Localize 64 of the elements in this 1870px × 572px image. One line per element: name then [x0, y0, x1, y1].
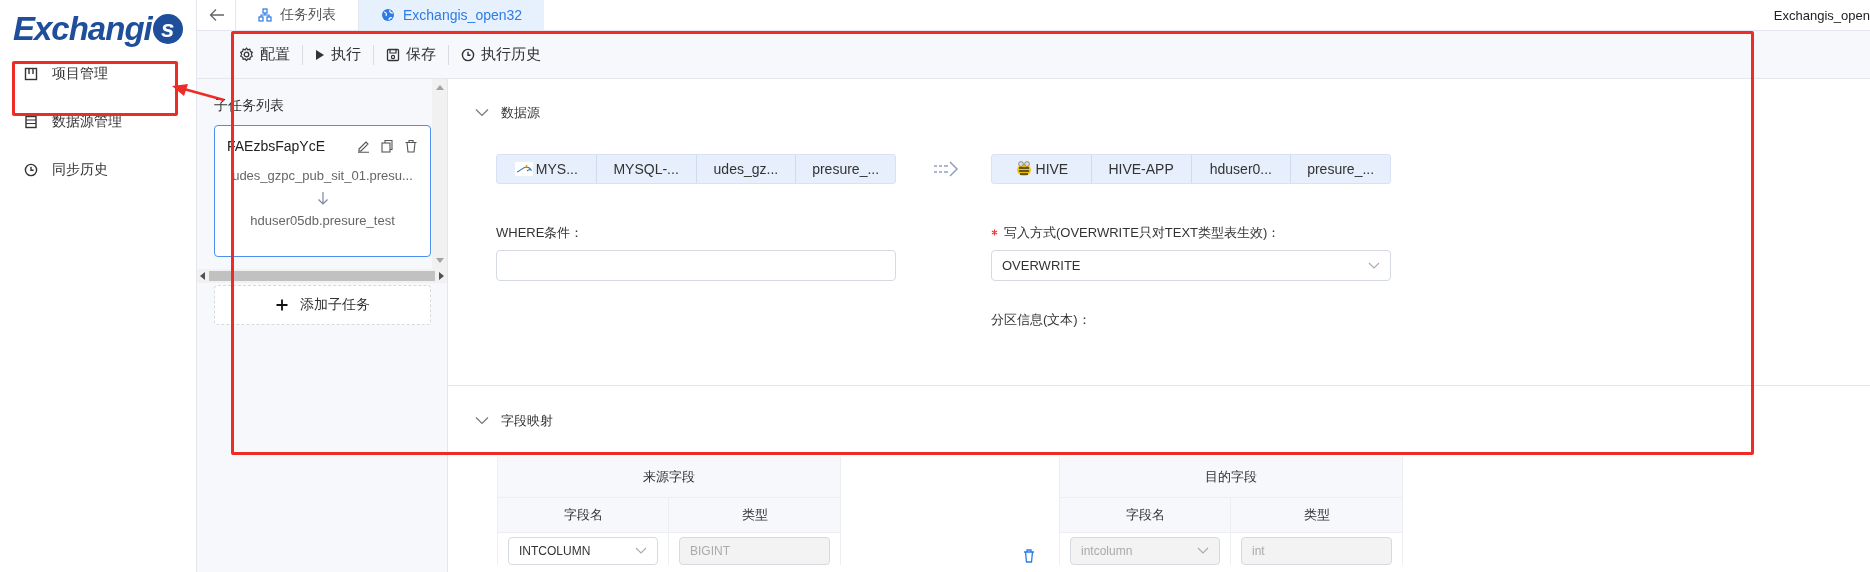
toolbar-button[interactable]: 执行 [303, 45, 373, 64]
field-select: intcolumn [1070, 537, 1220, 565]
pill-value: hduser0... [1209, 161, 1272, 177]
bee-icon [1014, 160, 1033, 178]
copy-icon[interactable] [380, 139, 394, 153]
pill-value: MYSQL-... [613, 161, 679, 177]
pill-value: presure_... [1307, 161, 1375, 177]
menu-item[interactable]: 项目管理 [0, 50, 196, 98]
clock-icon [24, 163, 38, 177]
delete-icon[interactable] [1023, 549, 1035, 563]
clock-icon [461, 47, 475, 62]
pill-value: presure_... [812, 161, 880, 177]
edit-icon[interactable] [356, 139, 370, 153]
column-header: 类型 [1231, 498, 1402, 533]
delete-icon[interactable] [404, 139, 418, 153]
play-icon [315, 48, 325, 61]
board-icon [24, 67, 38, 81]
horizontal-scrollbar[interactable] [197, 269, 447, 283]
pill-value: HIVE-APP [1108, 161, 1174, 177]
chevron-down-icon [1197, 547, 1209, 555]
where-input[interactable] [496, 250, 896, 281]
list-icon [24, 115, 38, 129]
logo: Exchangi s [0, 0, 196, 50]
vertical-scrollbar[interactable] [432, 79, 447, 269]
arrow-down-icon [316, 191, 329, 205]
tab[interactable]: Exchangis_open32 [358, 0, 545, 30]
chevron-down-icon [475, 416, 489, 426]
table-header: 来源字段 [498, 457, 840, 498]
pill-value: udes_gz... [713, 161, 779, 177]
section-header[interactable]: 数据源 [475, 101, 1870, 125]
type-field: BIGINT [679, 537, 830, 565]
plus-icon [275, 299, 288, 311]
section-header[interactable]: 字段映射 [475, 409, 1870, 433]
column-header: 字段名 [498, 498, 669, 533]
table-header: 目的字段 [1060, 457, 1402, 498]
target-table-name: hduser05db.presure_test [250, 213, 395, 228]
back-arrow-icon[interactable] [209, 8, 225, 22]
double-arrow-icon [933, 161, 959, 177]
chevron-down-icon [635, 547, 647, 555]
save-icon [386, 47, 400, 62]
type-field: int [1241, 537, 1392, 565]
chevron-down-icon [1368, 261, 1380, 270]
project-name: Exchangis_open [1773, 7, 1870, 23]
source-table-name: udes_gzpc_pub_sit_01.presu... [232, 168, 413, 183]
menu-item[interactable]: 同步历史 [0, 146, 196, 194]
pill-value: HIVE [1035, 161, 1069, 177]
datasource-selector[interactable]: HIVE HIVE-APP hduser0... presure_... [991, 154, 1391, 184]
hierarchy-icon [258, 8, 272, 22]
toolbar-button[interactable]: 配置 [227, 45, 302, 64]
datasource-selector[interactable]: MYS... MYSQL-... udes_gz... presure_... [496, 154, 896, 184]
toolbar-button[interactable]: 保存 [374, 45, 448, 64]
globe-icon [381, 8, 395, 22]
field-label: 分区信息(文本)： [991, 311, 1092, 328]
settings-icon [239, 47, 254, 62]
column-header: 类型 [669, 498, 840, 533]
pill-value: MYS... [535, 161, 578, 177]
field-label: WHERE条件： [496, 224, 585, 241]
write-mode-select[interactable]: OVERWRITE [991, 250, 1391, 281]
column-header: 字段名 [1060, 498, 1231, 533]
field-select[interactable]: INTCOLUMN [508, 537, 658, 565]
toolbar-button[interactable]: 执行历史 [449, 45, 553, 64]
field-label: 写入方式(OVERWRITE只对TEXT类型表生效)： [1004, 224, 1281, 241]
add-subtask-button[interactable]: 添加子任务 [214, 285, 431, 325]
chevron-down-icon [475, 108, 489, 118]
